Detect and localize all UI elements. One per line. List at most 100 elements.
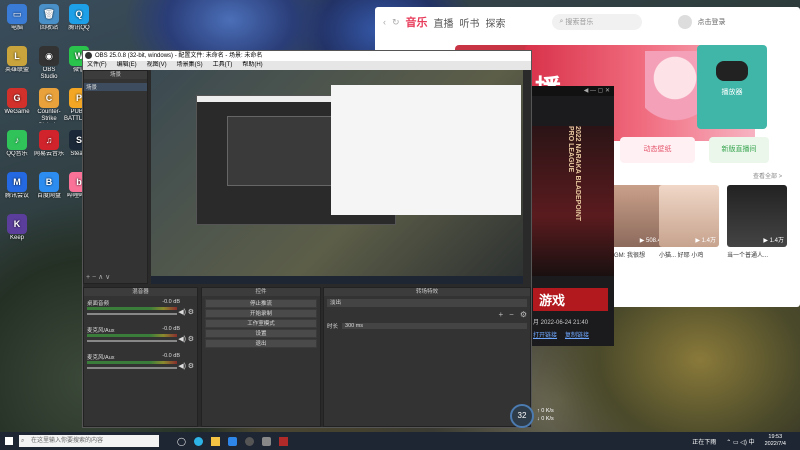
tab-music[interactable]: 音乐 xyxy=(406,14,428,30)
control-button[interactable]: 工作室模式 xyxy=(205,319,317,328)
desktop-icon[interactable]: L 英雄联盟 xyxy=(2,46,32,81)
taskbar: ⌕ 在这里输入你要搜索的内容 ◯ 正在下雨 ⌃ ▭ ◁) 中 19:53 202… xyxy=(0,432,800,450)
obs-menu-item[interactable]: 文件(F) xyxy=(87,61,107,70)
remove-transition-button[interactable]: − xyxy=(509,310,514,319)
taskbar-search-input[interactable]: ⌕ 在这里输入你要搜索的内容 xyxy=(19,435,159,447)
desktop-icon[interactable]: B 百度网盘 xyxy=(34,172,64,207)
tab-audiobook[interactable]: 听书 xyxy=(460,15,480,30)
desktop-icon[interactable]: 🗑 回收站 xyxy=(34,4,64,39)
mixer-channel: 麦克风/Aux -0.0 dB ◀) ⚙ xyxy=(87,353,194,377)
anime-girl-figure xyxy=(645,51,705,141)
scene-item[interactable]: 场景 xyxy=(84,83,147,91)
search-input[interactable]: ⌕ 搜索音乐 xyxy=(551,14,642,30)
desktop-icon[interactable]: CCounter-Strike Global... xyxy=(34,88,64,123)
obs-menu-item[interactable]: 场景集(S) xyxy=(177,61,203,70)
settings-icon[interactable] xyxy=(261,436,271,446)
clock-date: 2022/7/4 xyxy=(764,441,786,447)
control-button[interactable]: 退出 xyxy=(205,339,317,348)
start-windows-icon[interactable] xyxy=(5,437,13,445)
clock[interactable]: 19:53 2022/7/4 xyxy=(765,434,786,448)
control-button[interactable]: 设置 xyxy=(205,329,317,338)
taskbar-app-icons xyxy=(193,436,288,446)
app-icon: L xyxy=(7,46,27,66)
login-label[interactable]: 点击登录 xyxy=(698,17,726,27)
control-button[interactable]: 停止推流 xyxy=(205,299,317,308)
speaker-icon[interactable]: ◀) xyxy=(178,362,186,370)
desktop-icon[interactable]: Q 腾讯QQ xyxy=(64,4,94,39)
mixer-channel-db: -0.0 dB xyxy=(162,353,180,359)
app-icon: G xyxy=(7,88,27,108)
transition-select[interactable]: 淡出 xyxy=(327,299,527,307)
desktop-icon[interactable]: M 腾讯会议 xyxy=(2,172,32,207)
add-transition-button[interactable]: + xyxy=(498,310,503,319)
app-icon: ◉ xyxy=(39,46,59,66)
scenes-header: 场景 xyxy=(84,71,147,79)
card-button-wallpaper[interactable]: 动态壁纸 xyxy=(620,137,695,163)
channel-settings-icon[interactable]: ⚙ xyxy=(188,308,194,316)
tab-explore[interactable]: 探索 xyxy=(486,15,506,30)
explorer-icon[interactable] xyxy=(210,436,220,446)
refresh-icon[interactable]: ↻ xyxy=(392,17,400,28)
weather-label[interactable]: 正在下雨 xyxy=(692,437,716,446)
task-view-icon[interactable]: ◯ xyxy=(177,437,186,446)
tab-live[interactable]: 直播 xyxy=(434,15,454,30)
volume-slider[interactable] xyxy=(87,313,177,315)
see-all-link[interactable]: 查看全部 > xyxy=(753,171,782,180)
remove-scene-button[interactable]: − xyxy=(92,274,96,281)
desktop-icon[interactable]: ♪ QQ音乐 xyxy=(2,130,32,165)
obs-preview[interactable] xyxy=(151,70,523,284)
speaker-icon[interactable]: ◀) xyxy=(178,308,186,316)
avatar[interactable] xyxy=(677,15,692,29)
scene-up-button[interactable]: ∧ xyxy=(98,274,103,281)
copy-link[interactable]: 复制链接 xyxy=(565,330,589,339)
app-icon: ▭ xyxy=(7,4,27,24)
desktop-icon[interactable]: G WeGame xyxy=(2,88,32,123)
scenes-dock: 场景 场景 + − ∧ ∨ xyxy=(83,70,148,284)
control-button[interactable]: 开始录制 xyxy=(205,309,317,318)
speaker-icon[interactable]: ◀) xyxy=(178,335,186,343)
video-card-3[interactable]: ▶ 1.4万 xyxy=(727,185,787,247)
card-button-live[interactable]: 新版直播间 xyxy=(709,137,769,163)
qq-music-icon[interactable] xyxy=(227,436,237,446)
obs-menu-item[interactable]: 视图(V) xyxy=(147,61,167,70)
app-icon: M xyxy=(7,172,27,192)
obs-taskbar-icon[interactable] xyxy=(244,436,254,446)
obs-menu-item[interactable]: 帮助(H) xyxy=(242,61,262,70)
open-link[interactable]: 打开链接 xyxy=(533,330,557,339)
promo-vertical-text: 2022 NARAKA BLADEPOINT PRO LEAGUE xyxy=(567,126,581,222)
obs-menu-item[interactable]: 编辑(E) xyxy=(117,61,137,70)
desktop-icon[interactable]: K Keep xyxy=(2,214,32,249)
volume-slider[interactable] xyxy=(87,340,177,342)
channel-settings-icon[interactable]: ⚙ xyxy=(188,362,194,370)
volume-slider[interactable] xyxy=(87,367,177,369)
promo-titlebar: ◀ — ▢ ✕ xyxy=(527,86,614,96)
edge-icon[interactable] xyxy=(193,436,203,446)
controls-dock: 控件 停止推流 开始录制 工作室模式 设置 退出 xyxy=(201,287,321,427)
back-icon[interactable]: ‹ xyxy=(383,17,386,27)
desktop-icon[interactable]: ◉ OBS Studio xyxy=(34,46,64,81)
channel-settings-icon[interactable]: ⚙ xyxy=(188,335,194,343)
transition-settings-icon[interactable]: ⚙ xyxy=(520,310,527,319)
obs-menu-item[interactable]: 工具(T) xyxy=(213,61,233,70)
scene-down-button[interactable]: ∨ xyxy=(105,274,110,281)
app-icon: C xyxy=(39,88,59,108)
app-icon: K xyxy=(7,214,27,234)
banner-right[interactable]: 播放器 xyxy=(697,45,767,129)
promo-game-label[interactable]: 游戏 xyxy=(533,288,608,311)
transitions-header: 转场特效 xyxy=(324,288,530,296)
desktop-icon[interactable]: ♫ 网易云音乐 xyxy=(34,130,64,165)
obs-title: OBS 25.0.8 (32-bit, windows) - 配置文件: 未命名… xyxy=(95,53,263,59)
app-icon: Q xyxy=(69,4,89,24)
video-card-2[interactable]: ▶ 1.4万 xyxy=(659,185,719,247)
desktop-icon[interactable]: ▭ 电脑 xyxy=(2,4,32,39)
app-icon: 🗑 xyxy=(39,4,59,24)
duration-input[interactable]: 300 ms xyxy=(342,323,527,329)
add-scene-button[interactable]: + xyxy=(86,274,90,281)
obs-window[interactable]: OBS 25.0.8 (32-bit, windows) - 配置文件: 未命名… xyxy=(82,50,532,428)
mixer-header: 混音器 xyxy=(84,288,197,296)
game-icon[interactable] xyxy=(278,436,288,446)
app-icon: ♪ xyxy=(7,130,27,150)
promo-window[interactable]: ◀ — ▢ ✕ 2022 NARAKA BLADEPOINT PRO LEAGU… xyxy=(527,86,614,346)
obs-logo-icon xyxy=(85,52,92,59)
mixer-channel-db: -0.0 dB xyxy=(162,299,180,305)
